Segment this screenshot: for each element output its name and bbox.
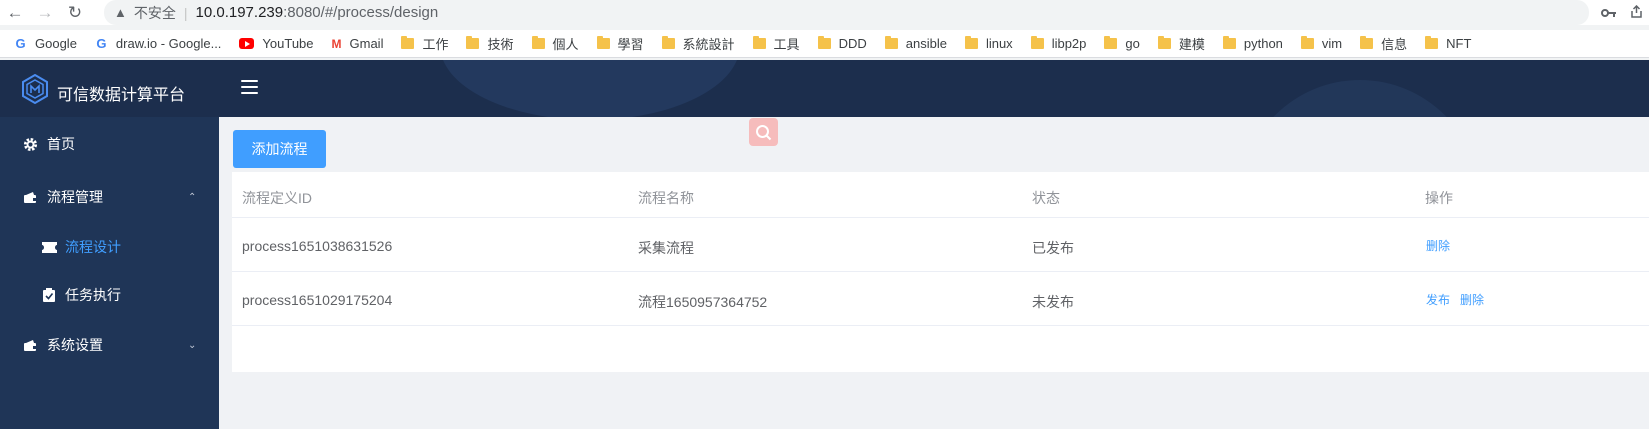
- bookmark-folder[interactable]: NFT: [1425, 36, 1471, 51]
- publish-link[interactable]: 发布: [1426, 291, 1450, 308]
- column-header-status: 状态: [1032, 190, 1060, 206]
- cell-process-name: 流程1650957364752: [638, 294, 768, 310]
- wallet-icon: [22, 337, 38, 353]
- folder-icon: [1360, 36, 1374, 49]
- folder-icon: [1300, 36, 1314, 49]
- share-icon[interactable]: [1630, 4, 1643, 21]
- toolbar-right-icons: [1601, 0, 1643, 25]
- cell-status: 未发布: [1032, 294, 1074, 310]
- bookmark-folder[interactable]: go: [1104, 36, 1140, 51]
- cell-process-name: 采集流程: [638, 240, 694, 256]
- folder-icon: [1030, 36, 1044, 49]
- chevron-up-icon: ⌃: [188, 191, 197, 203]
- sidebar-item-label: 首页: [47, 136, 75, 152]
- folder-icon: [1104, 36, 1118, 49]
- reload-icon[interactable]: ↻: [60, 0, 90, 25]
- forward-arrow-icon[interactable]: →: [30, 0, 60, 25]
- process-table: 流程定义ID 流程名称 状态 操作 process1651038631526 采…: [232, 172, 1649, 372]
- add-process-button[interactable]: 添加流程: [233, 130, 326, 168]
- bookmark-folder[interactable]: 系統設計: [661, 34, 735, 53]
- bookmark-folder[interactable]: ansible: [884, 36, 947, 51]
- sidebar-item-task-execution[interactable]: 任务执行: [0, 275, 219, 315]
- wallet-icon: [22, 189, 38, 205]
- search-icon[interactable]: [749, 118, 778, 146]
- address-bar[interactable]: ▲ 不安全 | 10.0.197.239:8080/#/process/desi…: [104, 0, 1589, 25]
- gear-icon: [22, 136, 38, 152]
- header-decoration: [440, 60, 740, 117]
- folder-icon: [884, 36, 898, 49]
- bookmark-drawio[interactable]: Gdraw.io - Google...: [95, 36, 221, 51]
- google-icon: G: [96, 36, 107, 51]
- sidebar-item-process-management[interactable]: 流程管理 ⌃: [0, 177, 219, 217]
- url-host: 10.0.197.239: [195, 4, 284, 21]
- folder-icon: [1222, 36, 1236, 49]
- warning-icon: ▲: [114, 5, 127, 20]
- sidebar-item-label: 流程设计: [65, 239, 121, 255]
- folder-icon: [661, 36, 675, 49]
- sidebar-item-process-design[interactable]: 流程设计: [0, 227, 219, 267]
- folder-icon: [466, 36, 480, 49]
- cell-status: 已发布: [1032, 240, 1074, 256]
- bookmark-folder[interactable]: python: [1222, 36, 1283, 51]
- browser-toolbar: ← → ↻ ▲ 不安全 | 10.0.197.239:8080/#/proces…: [0, 0, 1649, 25]
- platform-logo-icon: [20, 73, 50, 105]
- google-icon: G: [15, 36, 26, 51]
- bookmark-folder[interactable]: 工具: [752, 34, 800, 53]
- folder-icon: [1157, 36, 1171, 49]
- folder-icon: [964, 36, 978, 49]
- column-header-actions: 操作: [1425, 190, 1453, 206]
- bookmark-folder[interactable]: vim: [1300, 36, 1342, 51]
- bookmark-folder[interactable]: 學習: [596, 34, 644, 53]
- bookmark-folder[interactable]: libp2p: [1030, 36, 1086, 51]
- app-header: 可信数据计算平台: [0, 60, 1649, 117]
- url-path: :8080/#/process/design: [283, 4, 439, 21]
- bookmark-folder[interactable]: 個人: [531, 34, 579, 53]
- folder-icon: [531, 36, 545, 49]
- sidebar-item-system-settings[interactable]: 系统设置 ⌄: [0, 325, 219, 365]
- address-separator: |: [183, 4, 188, 21]
- row-divider: [232, 325, 1649, 326]
- folder-icon: [1425, 36, 1439, 49]
- sidebar-item-home[interactable]: 首页: [0, 124, 219, 164]
- bookmark-folder[interactable]: 工作: [401, 34, 448, 53]
- chevron-down-icon: ⌄: [188, 339, 197, 351]
- header-decoration: [1240, 80, 1480, 117]
- row-divider: [232, 217, 1649, 218]
- column-header-id: 流程定义ID: [242, 190, 312, 206]
- insecure-label: 不安全: [133, 4, 176, 21]
- sidebar-item-label: 流程管理: [47, 189, 103, 205]
- bookmark-folder[interactable]: 建模: [1157, 34, 1205, 53]
- back-arrow-icon[interactable]: ←: [0, 0, 30, 25]
- bookmark-google[interactable]: G Google: [14, 36, 76, 51]
- folder-icon: [596, 36, 610, 49]
- menu-toggle-icon[interactable]: [241, 80, 258, 94]
- sidebar-item-label: 任务执行: [65, 287, 121, 303]
- column-header-name: 流程名称: [638, 190, 694, 206]
- gmail-icon: M: [331, 36, 342, 51]
- delete-link[interactable]: 删除: [1460, 291, 1484, 308]
- folder-icon: [401, 36, 415, 49]
- bookmark-youtube[interactable]: YouTube: [239, 36, 314, 51]
- clipboard-check-icon: [41, 287, 57, 303]
- folder-icon: [817, 36, 831, 49]
- ticket-icon: [41, 239, 57, 255]
- folder-icon: [752, 36, 766, 49]
- delete-link[interactable]: 删除: [1426, 237, 1450, 254]
- bookmark-folder[interactable]: linux: [964, 36, 1013, 51]
- bookmark-folder[interactable]: 信息: [1360, 34, 1407, 53]
- app-title: 可信数据计算平台: [57, 87, 186, 104]
- key-icon[interactable]: [1601, 5, 1616, 21]
- bookmark-folder[interactable]: DDD: [817, 36, 867, 51]
- row-divider: [232, 271, 1649, 272]
- youtube-icon: [239, 38, 255, 49]
- bookmark-folder[interactable]: 技術: [466, 34, 514, 53]
- bookmark-gmail[interactable]: M Gmail: [332, 36, 384, 51]
- bookmarks-bar: G Google Gdraw.io - Google... YouTube M Gm…: [0, 30, 1649, 58]
- sidebar-item-label: 系统设置: [47, 337, 103, 353]
- cell-process-id: process1651038631526: [242, 238, 393, 254]
- sidebar: 首页 流程管理 ⌃ 流程设计 任务执行 系统设置 ⌄: [0, 117, 219, 429]
- cell-process-id: process1651029175204: [242, 292, 393, 308]
